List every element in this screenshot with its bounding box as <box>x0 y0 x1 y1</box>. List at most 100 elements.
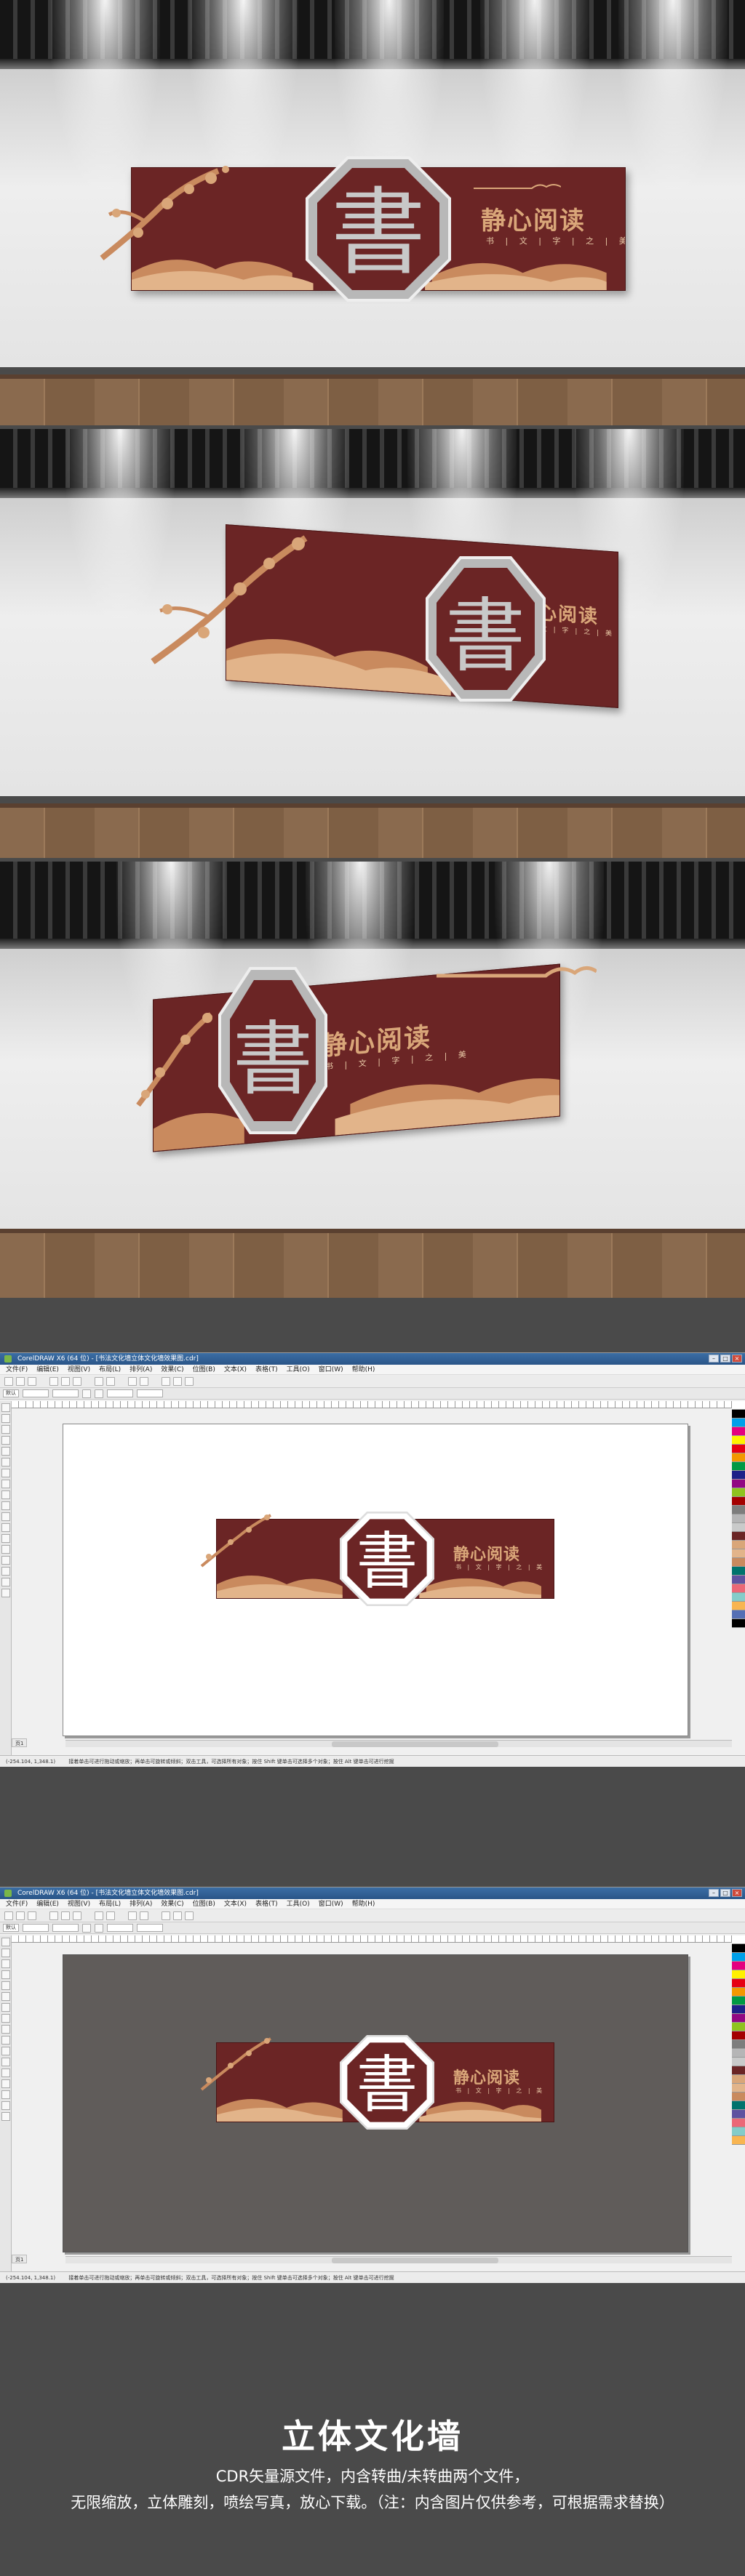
color-swatch[interactable] <box>732 2005 745 2014</box>
freehand-tool-icon[interactable] <box>1 1981 10 1990</box>
color-swatch[interactable] <box>732 1953 745 1962</box>
height-field[interactable] <box>52 1389 79 1397</box>
color-swatch[interactable] <box>732 1997 745 2005</box>
menu-item-table[interactable]: 表格(T) <box>255 1899 278 1909</box>
menu-item-view[interactable]: 视图(V) <box>68 1365 90 1374</box>
menu-item-effects[interactable]: 效果(C) <box>161 1899 183 1909</box>
page-tab[interactable]: 页1 <box>12 1738 28 1747</box>
width-field[interactable] <box>23 1924 49 1932</box>
color-swatch[interactable] <box>732 2127 745 2136</box>
menu-item-layout[interactable]: 布局(L) <box>99 1899 121 1909</box>
portrait-icon[interactable] <box>82 1389 91 1398</box>
cut-icon[interactable] <box>49 1376 58 1386</box>
scrollbar-thumb[interactable] <box>332 2258 499 2263</box>
dimension-tool-icon[interactable] <box>1 2058 10 2066</box>
import-icon[interactable] <box>128 1376 137 1386</box>
open-file-icon[interactable] <box>16 1376 25 1386</box>
menu-item-layout[interactable]: 布局(L) <box>99 1365 121 1374</box>
connector-tool-icon[interactable] <box>1 1534 10 1543</box>
preset-select[interactable]: 默认 <box>3 1389 19 1397</box>
color-swatch[interactable] <box>732 1541 745 1549</box>
paste-icon[interactable] <box>73 1911 81 1920</box>
color-swatch[interactable] <box>732 1462 745 1471</box>
units-field[interactable] <box>107 1924 133 1932</box>
shape-tool-icon[interactable] <box>1 1414 10 1423</box>
outline-tool-icon[interactable] <box>1 1567 10 1576</box>
horizontal-ruler[interactable] <box>12 1401 732 1408</box>
color-swatch[interactable] <box>732 1944 745 1953</box>
menu-item-window[interactable]: 窗口(W) <box>319 1899 343 1909</box>
cut-icon[interactable] <box>49 1911 58 1920</box>
blend-tool-icon[interactable] <box>1 1545 10 1554</box>
color-swatch[interactable] <box>732 1576 745 1584</box>
copy-icon[interactable] <box>61 1376 70 1386</box>
export-icon[interactable] <box>140 1911 148 1920</box>
drawing-canvas[interactable]: 静心阅读 书 | 文 | 字 | 之 | 美 書 <box>12 1409 732 1736</box>
interactive-fill-tool-icon[interactable] <box>1 1589 10 1597</box>
menu-item-tools[interactable]: 工具(O) <box>287 1899 310 1909</box>
text-tool-icon[interactable] <box>1 1501 10 1510</box>
landscape-icon[interactable] <box>95 1389 103 1398</box>
color-swatch[interactable] <box>732 1602 745 1610</box>
color-swatch[interactable] <box>732 1610 745 1619</box>
redo-icon[interactable] <box>106 1911 115 1920</box>
text-tool-icon[interactable] <box>1 2036 10 2045</box>
color-swatch[interactable] <box>732 1488 745 1497</box>
nudge-field[interactable] <box>137 1924 163 1932</box>
color-swatch[interactable] <box>732 2023 745 2031</box>
snap-icon[interactable] <box>173 1911 182 1920</box>
undo-icon[interactable] <box>95 1911 103 1920</box>
menu-item-bitmaps[interactable]: 位图(B) <box>193 1365 215 1374</box>
new-document-icon[interactable] <box>4 1376 13 1386</box>
color-swatch[interactable] <box>732 1619 745 1628</box>
new-document-icon[interactable] <box>4 1911 13 1920</box>
color-swatch[interactable] <box>732 1410 745 1419</box>
close-button[interactable]: × <box>732 1889 742 1897</box>
color-swatch[interactable] <box>732 2049 745 2058</box>
freehand-tool-icon[interactable] <box>1 1447 10 1456</box>
menu-item-arrange[interactable]: 排列(A) <box>130 1365 152 1374</box>
color-swatch[interactable] <box>732 1497 745 1506</box>
color-swatch[interactable] <box>732 2058 745 2066</box>
paste-icon[interactable] <box>73 1376 81 1386</box>
redo-icon[interactable] <box>106 1376 115 1386</box>
minimize-button[interactable]: – <box>709 1355 719 1363</box>
menu-item-bitmaps[interactable]: 位图(B) <box>193 1899 215 1909</box>
snap-icon[interactable] <box>173 1376 182 1386</box>
menu-item-window[interactable]: 窗口(W) <box>319 1365 343 1374</box>
maximize-button[interactable]: □ <box>720 1355 730 1363</box>
design-artwork[interactable]: 静心阅读 书 | 文 | 字 | 之 | 美 書 <box>198 1512 554 1606</box>
color-swatch[interactable] <box>732 1427 745 1436</box>
polygon-tool-icon[interactable] <box>1 2025 10 2034</box>
color-swatch[interactable] <box>732 1979 745 1988</box>
save-icon[interactable] <box>28 1376 36 1386</box>
color-swatch[interactable] <box>732 2040 745 2049</box>
menu-item-view[interactable]: 视图(V) <box>68 1899 90 1909</box>
color-swatch[interactable] <box>732 1567 745 1576</box>
rectangle-tool-icon[interactable] <box>1 1469 10 1477</box>
horizontal-scrollbar[interactable] <box>65 2256 732 2263</box>
color-swatch[interactable] <box>732 2093 745 2101</box>
color-swatch[interactable] <box>732 1514 745 1523</box>
color-swatch[interactable] <box>732 2014 745 2023</box>
page-tab[interactable]: 页1 <box>12 2255 28 2263</box>
color-swatch[interactable] <box>732 2110 745 2119</box>
pick-tool-icon[interactable] <box>1 1403 10 1412</box>
smart-fill-tool-icon[interactable] <box>1 1458 10 1466</box>
color-swatch[interactable] <box>732 2031 745 2040</box>
color-swatch[interactable] <box>732 1453 745 1462</box>
menu-item-arrange[interactable]: 排列(A) <box>130 1899 152 1909</box>
menu-item-effects[interactable]: 效果(C) <box>161 1365 183 1374</box>
polygon-tool-icon[interactable] <box>1 1490 10 1499</box>
options-icon[interactable] <box>185 1376 194 1386</box>
table-tool-icon[interactable] <box>1 2047 10 2055</box>
color-swatch[interactable] <box>732 2136 745 2145</box>
color-swatch[interactable] <box>732 1445 745 1453</box>
color-swatch[interactable] <box>732 2119 745 2127</box>
horizontal-scrollbar[interactable] <box>65 1740 732 1747</box>
table-tool-icon[interactable] <box>1 1512 10 1521</box>
import-icon[interactable] <box>128 1911 137 1920</box>
open-file-icon[interactable] <box>16 1911 25 1920</box>
color-swatch[interactable] <box>732 1558 745 1567</box>
eyedropper-tool-icon[interactable] <box>1 2090 10 2099</box>
